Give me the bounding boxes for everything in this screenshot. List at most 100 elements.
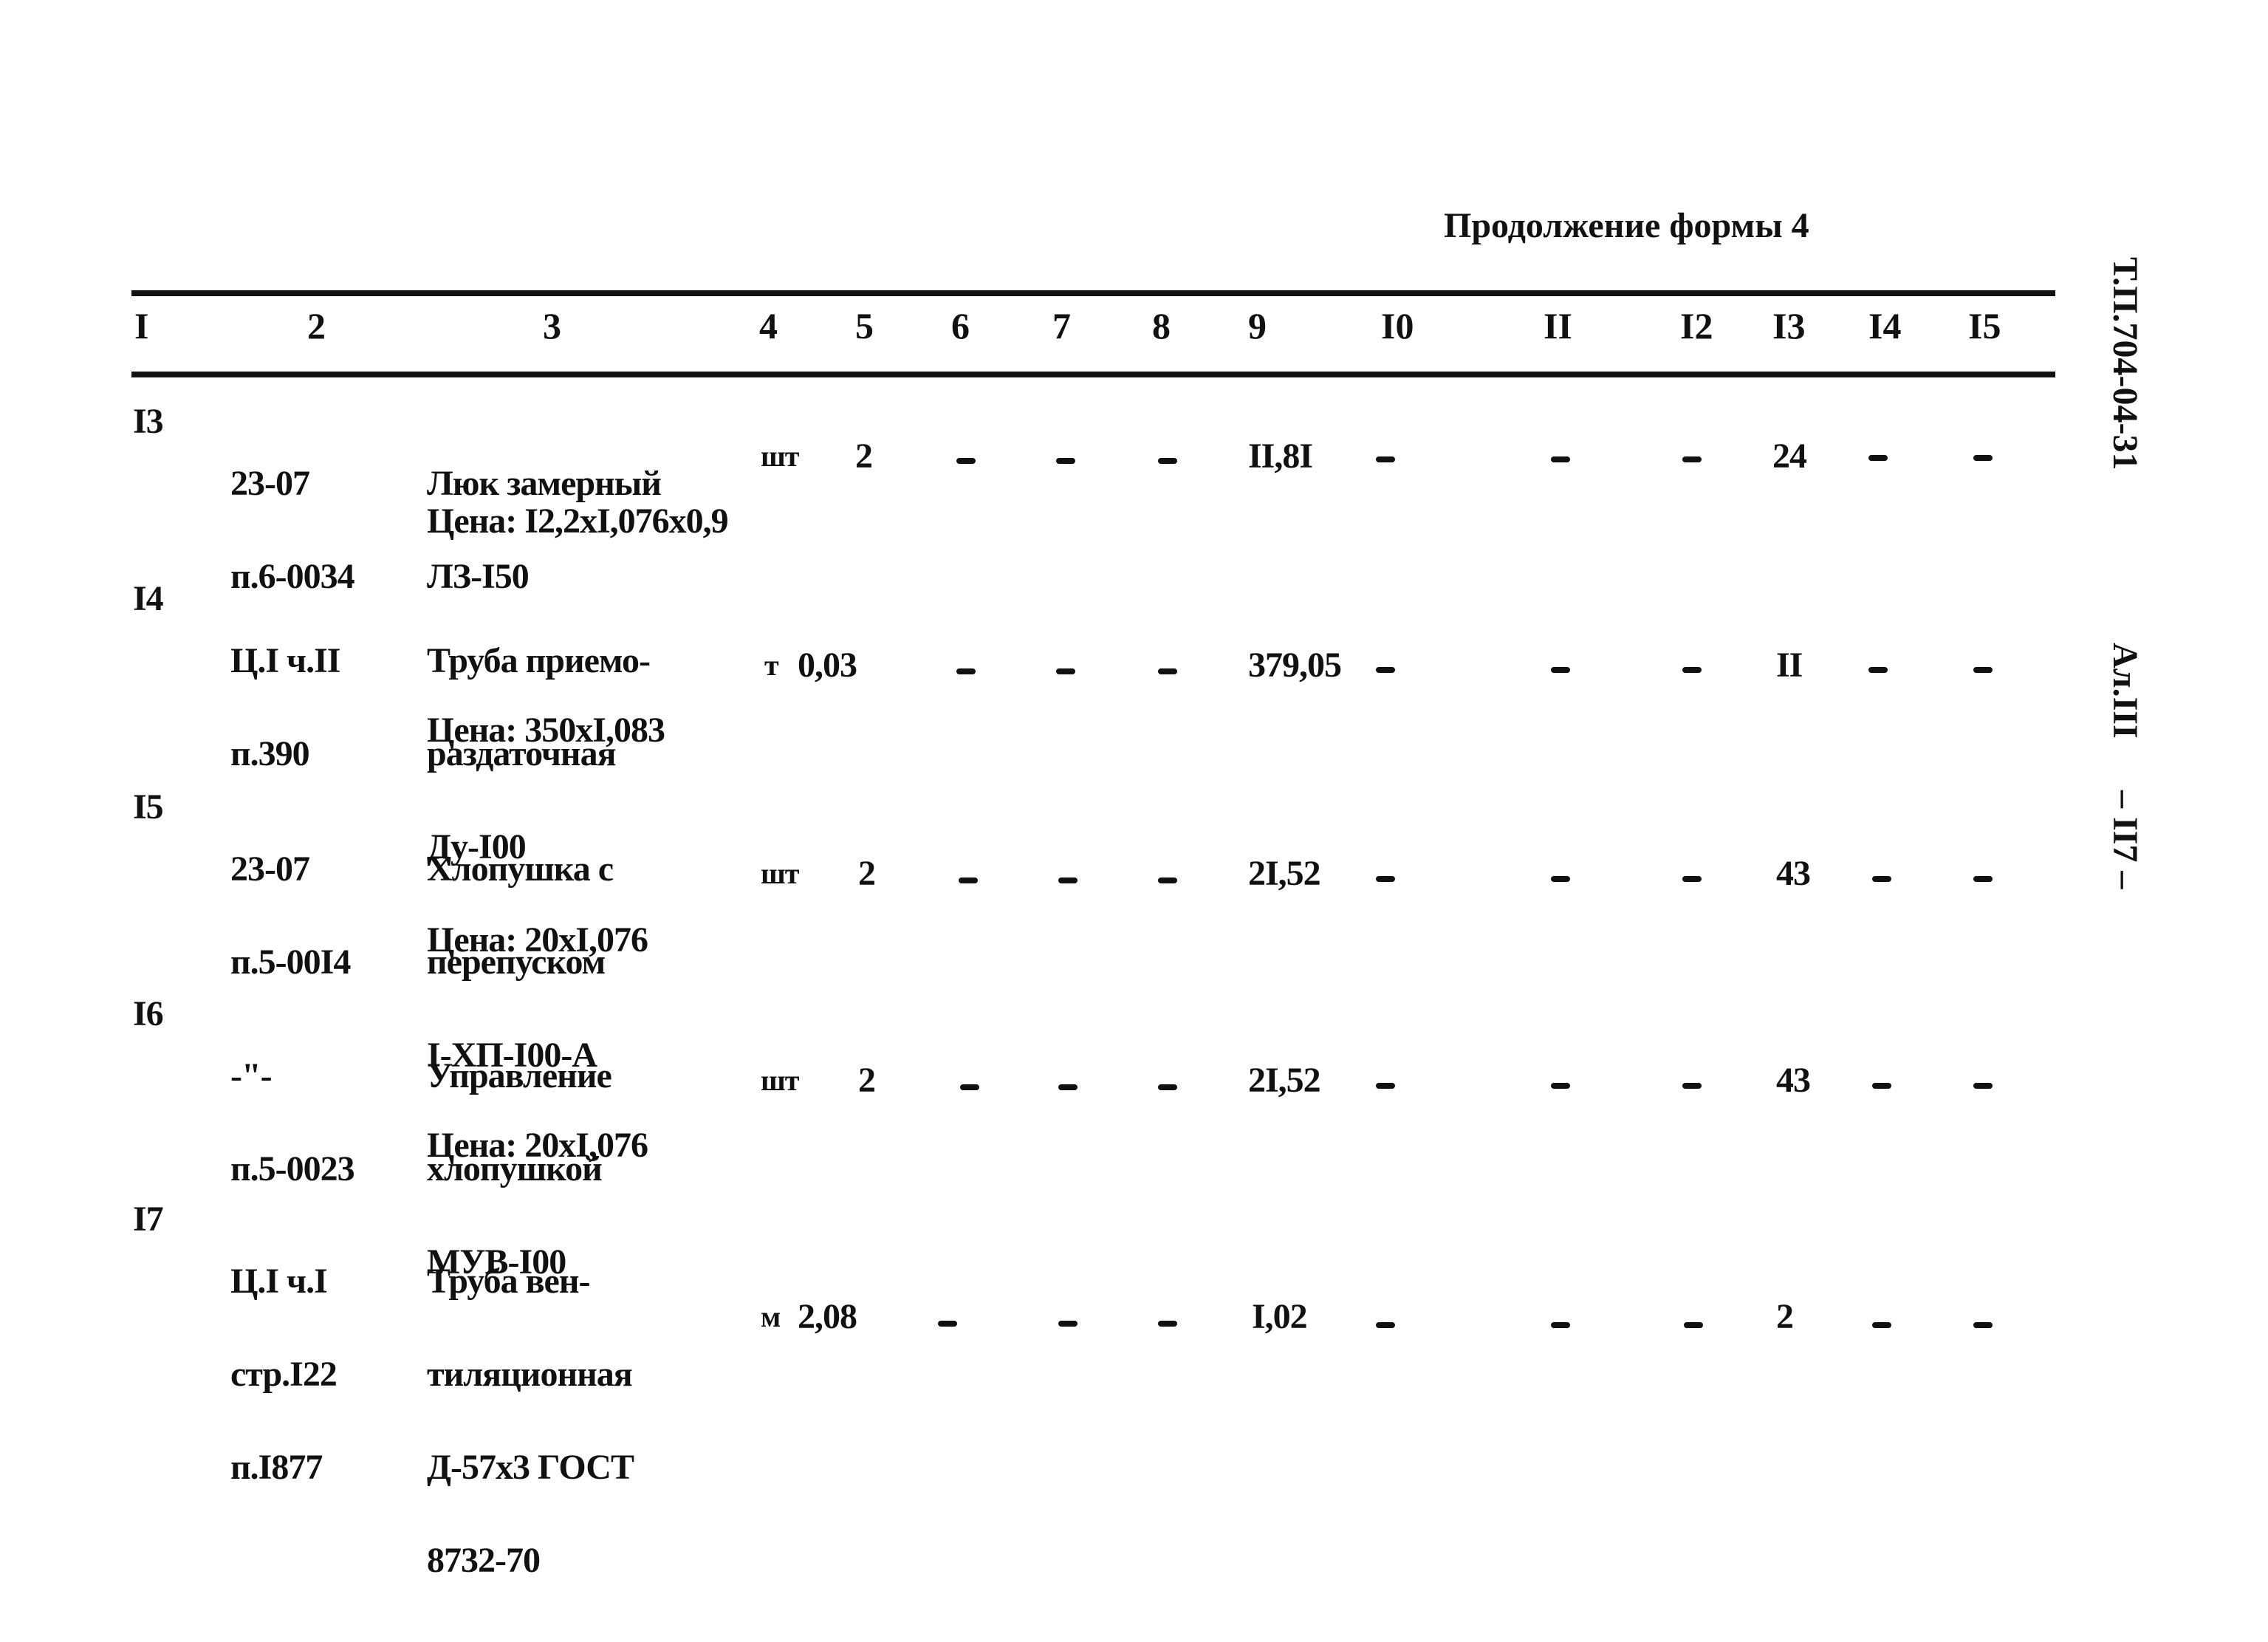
column-header: 9 bbox=[1248, 305, 1267, 346]
dash-col7 bbox=[1056, 668, 1075, 674]
dash-col15 bbox=[1973, 455, 1993, 461]
dash-col12 bbox=[1682, 1083, 1702, 1089]
price-formula: Цена: 20xI,076 bbox=[427, 920, 648, 959]
dash-col8 bbox=[1158, 1321, 1177, 1327]
dash-col15 bbox=[1973, 1322, 1993, 1328]
dash-col11 bbox=[1551, 1322, 1570, 1328]
dash-col10 bbox=[1376, 1322, 1395, 1328]
row-number: I7 bbox=[133, 1200, 164, 1239]
quantity: 0,03 bbox=[798, 646, 857, 685]
dash-col8 bbox=[1158, 1084, 1177, 1090]
col13-value: II bbox=[1776, 646, 1803, 685]
col9-value: 2I,52 bbox=[1248, 854, 1321, 893]
reference-line: п.390 bbox=[230, 734, 310, 773]
dash-col6 bbox=[960, 1084, 979, 1090]
row-number: I6 bbox=[133, 994, 164, 1033]
col13-value: 43 bbox=[1776, 1061, 1811, 1100]
dash-col7 bbox=[1058, 878, 1078, 883]
reference-line: п.5-0023 bbox=[230, 1149, 355, 1188]
unit: м bbox=[761, 1300, 781, 1333]
column-header: I0 bbox=[1381, 305, 1414, 346]
quantity: 2 bbox=[858, 1061, 876, 1100]
col13-value: 24 bbox=[1772, 437, 1807, 476]
price-formula: Цена: 350xI,083 bbox=[427, 711, 665, 750]
dash-col11 bbox=[1551, 876, 1570, 882]
reference-line: 23-07 bbox=[230, 464, 310, 503]
dash-col8 bbox=[1158, 878, 1177, 883]
quantity: 2 bbox=[855, 437, 873, 476]
unit: шт bbox=[761, 439, 799, 473]
table-header-bottom-rule bbox=[131, 372, 2055, 377]
column-header: 5 bbox=[855, 305, 874, 346]
dash-col10 bbox=[1376, 456, 1395, 462]
item-name-line: Труба приемо- bbox=[427, 641, 651, 680]
dash-col8 bbox=[1158, 458, 1177, 464]
reference-line: Ц.I ч.II bbox=[230, 641, 340, 680]
item-name-line: Труба вен- bbox=[427, 1262, 590, 1301]
column-header: I2 bbox=[1680, 305, 1713, 346]
dash-col11 bbox=[1551, 667, 1570, 673]
dash-col14 bbox=[1872, 1083, 1891, 1089]
column-header: I4 bbox=[1868, 305, 1902, 346]
form-continuation-title: Продолжение формы 4 bbox=[1444, 206, 1809, 245]
reference-line: стр.I22 bbox=[230, 1355, 338, 1394]
unit: шт bbox=[761, 857, 799, 890]
item-name-line: 8732-70 bbox=[427, 1541, 541, 1580]
col9-value: II,8I bbox=[1248, 437, 1313, 476]
dash-col15 bbox=[1973, 1083, 1993, 1089]
dash-col8 bbox=[1158, 668, 1177, 674]
unit: т bbox=[764, 649, 779, 682]
column-header: I bbox=[134, 305, 149, 346]
item-name-line: Управление bbox=[427, 1056, 612, 1095]
col13-value: 2 bbox=[1776, 1297, 1794, 1336]
column-header: 6 bbox=[951, 305, 970, 346]
dash-col14 bbox=[1872, 876, 1891, 882]
dash-col15 bbox=[1973, 667, 1993, 673]
reference-line: -"- bbox=[230, 1056, 273, 1095]
column-header: I3 bbox=[1772, 305, 1806, 346]
row-number: I5 bbox=[133, 787, 164, 827]
price-formula: Цена: I2,2xI,076x0,9 bbox=[427, 502, 729, 541]
reference-line: Ц.I ч.I bbox=[230, 1262, 328, 1301]
dash-col6 bbox=[938, 1321, 957, 1327]
dash-col12 bbox=[1682, 456, 1702, 462]
unit: шт bbox=[761, 1064, 799, 1097]
dash-col7 bbox=[1058, 1084, 1078, 1090]
col9-value: I,02 bbox=[1252, 1297, 1308, 1336]
dash-col14 bbox=[1872, 1322, 1891, 1328]
dash-col6 bbox=[956, 668, 976, 674]
row-number: I3 bbox=[133, 402, 164, 441]
dash-col10 bbox=[1376, 667, 1395, 673]
quantity: 2 bbox=[858, 854, 876, 893]
page-number-stamp: – II7 – bbox=[2106, 790, 2145, 889]
dash-col11 bbox=[1551, 456, 1570, 462]
dash-col7 bbox=[1056, 458, 1075, 464]
price-formula: Цена: 20xI,076 bbox=[427, 1126, 648, 1165]
column-header: 2 bbox=[307, 305, 326, 346]
reference-line: 23-07 bbox=[230, 849, 310, 889]
col9-value: 379,05 bbox=[1248, 646, 1342, 685]
dash-col6 bbox=[959, 878, 978, 883]
item-name: Труба вен- тиляционная Д-57х3 ГОСТ 8732-… bbox=[427, 1204, 634, 1638]
column-header: 4 bbox=[759, 305, 778, 346]
dash-col10 bbox=[1376, 1083, 1395, 1089]
dash-col12 bbox=[1684, 1322, 1703, 1328]
dash-col12 bbox=[1682, 667, 1702, 673]
dash-col6 bbox=[956, 458, 976, 464]
item-name-line: Люк замерный bbox=[427, 464, 662, 503]
dash-col15 bbox=[1973, 876, 1993, 882]
col9-value: 2I,52 bbox=[1248, 1061, 1321, 1100]
reference-line: п.5-00I4 bbox=[230, 943, 351, 982]
item-name-line: Д-57х3 ГОСТ bbox=[427, 1448, 634, 1487]
dash-col14 bbox=[1868, 455, 1888, 461]
column-header: 7 bbox=[1052, 305, 1071, 346]
quantity: 2,08 bbox=[798, 1297, 857, 1336]
dash-col11 bbox=[1551, 1083, 1570, 1089]
column-header: 8 bbox=[1152, 305, 1171, 346]
album-stamp: Ал.III bbox=[2106, 643, 2145, 739]
item-name-line: Хлопушка с bbox=[427, 849, 614, 889]
dash-col12 bbox=[1682, 876, 1702, 882]
table-top-rule bbox=[131, 290, 2055, 296]
row-number: I4 bbox=[133, 579, 164, 618]
dash-col10 bbox=[1376, 876, 1395, 882]
